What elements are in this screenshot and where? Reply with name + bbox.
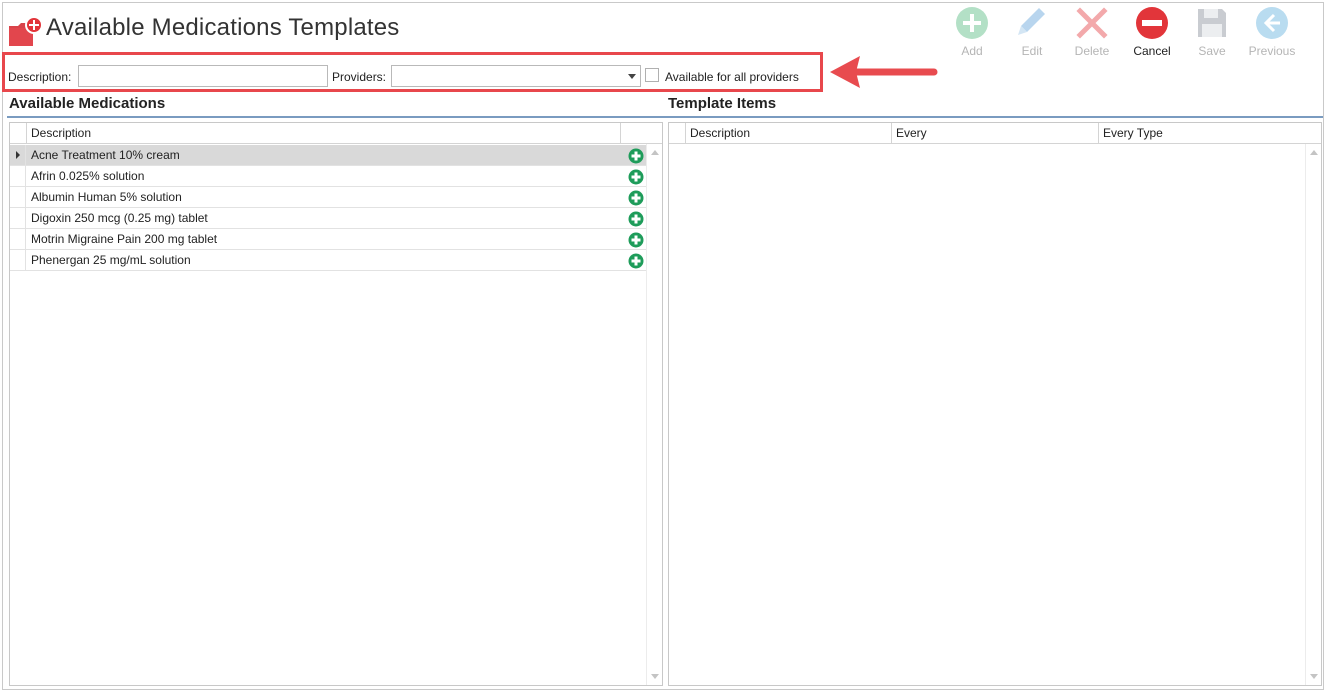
available-medications-grid: Description Acne Treatment 10% cream Afr… [9, 122, 663, 686]
filter-bar: Description: Providers: Available for al… [2, 52, 823, 92]
pencil-icon [1018, 8, 1045, 35]
row-indicator [10, 229, 26, 250]
delete-x-icon [1076, 7, 1108, 39]
grid-header: Description Every Every Type [669, 123, 1321, 144]
edit-button-label: Edit [1021, 44, 1043, 58]
template-items-title: Template Items [668, 95, 777, 112]
edit-button[interactable]: Edit [1002, 6, 1062, 60]
table-row[interactable]: Motrin Migraine Pain 200 mg tablet [10, 229, 646, 250]
column-header-actions [620, 123, 646, 144]
table-row[interactable]: Albumin Human 5% solution [10, 187, 646, 208]
cancel-icon [1136, 7, 1168, 39]
page-title: Available Medications Templates [46, 14, 400, 41]
delete-button-label: Delete [1074, 44, 1110, 58]
current-row-arrow-icon [16, 151, 20, 159]
add-medication-icon[interactable] [628, 169, 644, 185]
row-description: Phenergan 25 mg/mL solution [31, 253, 191, 267]
add-medication-icon[interactable] [628, 190, 644, 206]
save-button-label: Save [1198, 44, 1226, 58]
table-row[interactable]: Digoxin 250 mcg (0.25 mg) tablet [10, 208, 646, 229]
scroll-down-icon[interactable] [651, 674, 659, 679]
add-medication-icon[interactable] [628, 211, 644, 227]
add-button[interactable]: Add [942, 6, 1002, 60]
description-input[interactable] [78, 65, 328, 87]
available-medications-title: Available Medications [9, 95, 166, 112]
add-medication-icon[interactable] [628, 253, 644, 269]
providers-selected-value [392, 69, 396, 83]
vertical-scrollbar[interactable] [646, 144, 662, 685]
column-header-every-type[interactable]: Every Type [1098, 123, 1306, 144]
callout-arrow-icon [830, 56, 938, 88]
all-providers-label: Available for all providers [665, 70, 799, 84]
delete-button[interactable]: Delete [1062, 6, 1122, 60]
row-description: Acne Treatment 10% cream [31, 148, 180, 162]
toolbar: Add Edit Delete Cancel Save Previous [942, 6, 1302, 60]
row-description: Albumin Human 5% solution [31, 190, 182, 204]
vertical-scrollbar[interactable] [1305, 144, 1321, 685]
add-medication-icon[interactable] [628, 232, 644, 248]
column-header-description[interactable]: Description [26, 123, 620, 144]
row-description: Motrin Migraine Pain 200 mg tablet [31, 232, 218, 246]
row-description: Digoxin 250 mcg (0.25 mg) tablet [31, 211, 208, 225]
add-icon [956, 7, 988, 39]
all-providers-checkbox[interactable] [645, 68, 659, 82]
previous-button-label: Previous [1248, 44, 1296, 58]
floppy-disk-icon [1198, 9, 1226, 37]
add-button-label: Add [961, 44, 983, 58]
save-button[interactable]: Save [1182, 6, 1242, 60]
row-indicator [10, 250, 26, 271]
table-row[interactable]: Afrin 0.025% solution [10, 166, 646, 187]
row-description: Afrin 0.025% solution [31, 169, 145, 183]
column-header-every[interactable]: Every [891, 123, 1098, 144]
column-header-description[interactable]: Description [685, 123, 891, 144]
section-divider [7, 116, 1323, 118]
cancel-button[interactable]: Cancel [1122, 6, 1182, 60]
scroll-down-icon[interactable] [1310, 674, 1318, 679]
add-medication-icon[interactable] [628, 148, 644, 164]
table-row[interactable]: Phenergan 25 mg/mL solution [10, 250, 646, 271]
back-arrow-icon [1256, 7, 1288, 39]
cancel-button-label: Cancel [1133, 44, 1171, 58]
scroll-up-icon[interactable] [651, 150, 659, 155]
table-row[interactable]: Acne Treatment 10% cream [10, 145, 646, 166]
row-indicator [10, 166, 26, 187]
grid-header: Description [10, 123, 662, 144]
template-items-grid: Description Every Every Type [668, 122, 1322, 686]
row-indicator [10, 187, 26, 208]
chevron-down-icon [628, 74, 636, 79]
scroll-up-icon[interactable] [1310, 150, 1318, 155]
previous-button[interactable]: Previous [1242, 6, 1302, 60]
row-indicator [10, 145, 26, 166]
providers-label: Providers: [332, 70, 387, 84]
description-label: Description: [8, 70, 72, 84]
providers-dropdown[interactable] [391, 65, 641, 87]
medication-folder-icon [9, 16, 42, 46]
row-indicator [10, 208, 26, 229]
